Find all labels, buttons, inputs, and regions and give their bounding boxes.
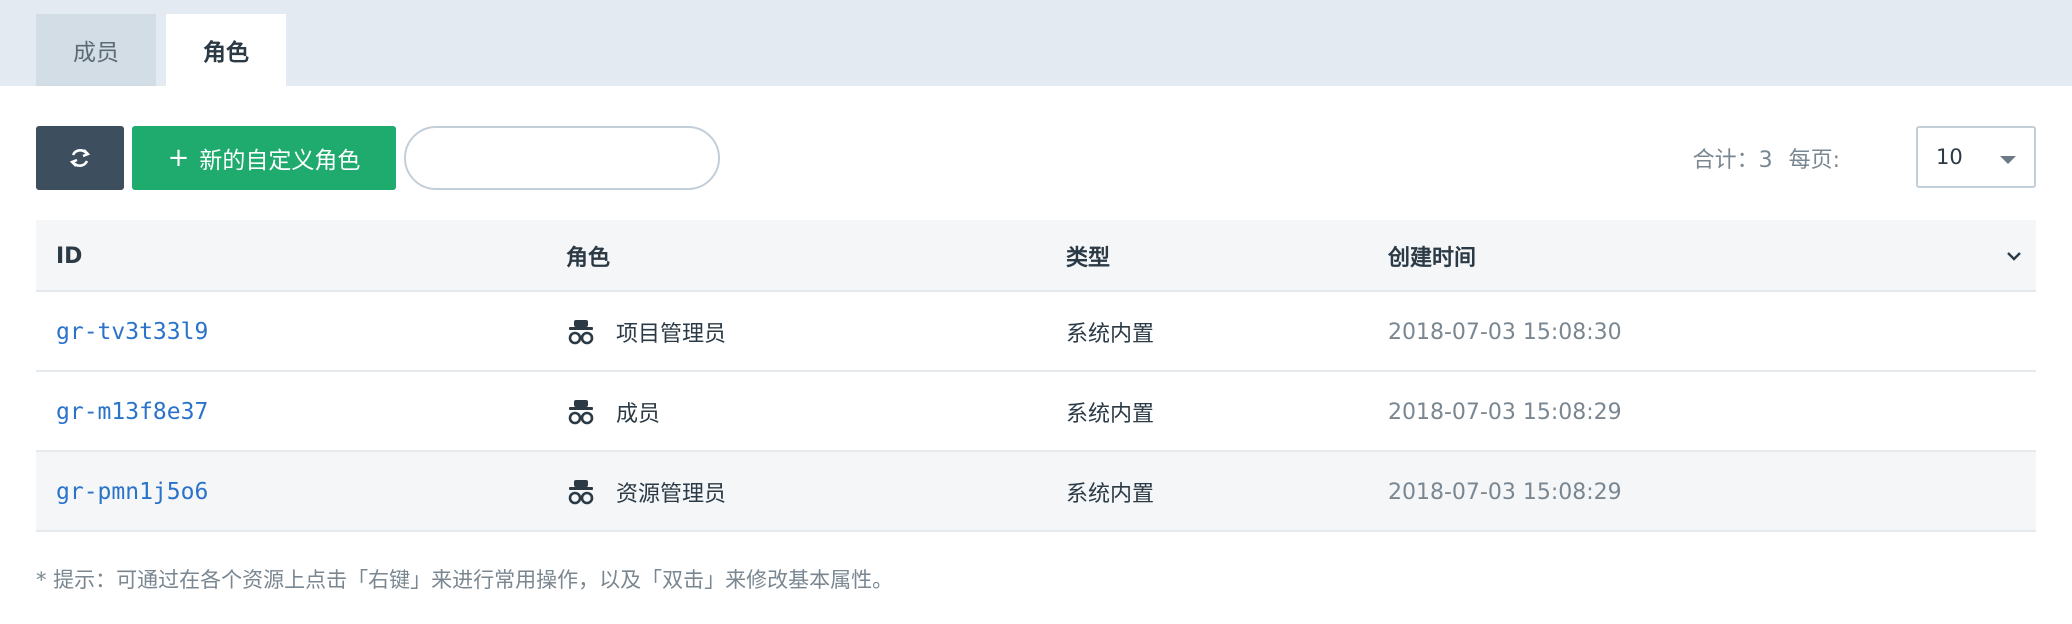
pagination-info: 合计：3 每页: <box>1693 126 1840 190</box>
created-time: 2018-07-03 15:08:29 <box>1388 399 1622 425</box>
new-custom-role-label: 新的自定义角色 <box>199 148 361 174</box>
per-page-label: 每页: <box>1788 148 1840 173</box>
header-created: 创建时间 <box>1388 246 1477 271</box>
table-header: ID 角色 类型 创建时间 <box>36 220 2036 292</box>
tab-bar: 成员 角色 <box>0 0 2072 86</box>
roles-table: ID 角色 类型 创建时间 gr-tv3t33l9 项目管理员 系统内置 201… <box>36 220 2036 532</box>
role-id-link[interactable]: gr-m13f8e37 <box>56 399 208 425</box>
role-name: 成员 <box>616 402 661 427</box>
usage-hint: * 提示：可通过在各个资源上点击「右键」来进行常用操作，以及「双击」来修改基本属… <box>36 568 894 592</box>
plus-icon: + <box>167 143 190 173</box>
role-name: 项目管理员 <box>616 322 727 347</box>
tab-roles[interactable]: 角色 <box>166 14 286 86</box>
header-id: ID <box>56 243 83 269</box>
page-size-select[interactable]: 10 <box>1916 126 2036 188</box>
role-type: 系统内置 <box>1066 402 1155 427</box>
refresh-icon <box>69 149 91 167</box>
tab-members[interactable]: 成员 <box>36 14 156 86</box>
spy-icon <box>568 320 594 345</box>
created-time: 2018-07-03 15:08:30 <box>1388 319 1622 345</box>
chevron-down-icon[interactable] <box>2006 248 2022 264</box>
header-role: 角色 <box>566 246 611 271</box>
table-row[interactable]: gr-tv3t33l9 项目管理员 系统内置 2018-07-03 15:08:… <box>36 292 2036 372</box>
role-type: 系统内置 <box>1066 322 1155 347</box>
spy-icon <box>568 400 594 425</box>
total-count: 合计：3 <box>1692 148 1773 173</box>
role-id-link[interactable]: gr-pmn1j5o6 <box>56 479 208 505</box>
toolbar: + 新的自定义角色 合计：3 每页: 10 <box>36 126 2036 190</box>
table-row[interactable]: gr-m13f8e37 成员 系统内置 2018-07-03 15:08:29 <box>36 372 2036 452</box>
created-time: 2018-07-03 15:08:29 <box>1388 479 1622 505</box>
caret-down-icon <box>2000 156 2016 164</box>
role-type: 系统内置 <box>1066 482 1155 507</box>
header-type: 类型 <box>1066 246 1111 271</box>
role-name: 资源管理员 <box>616 482 727 507</box>
role-id-link[interactable]: gr-tv3t33l9 <box>56 319 208 345</box>
table-row[interactable]: gr-pmn1j5o6 资源管理员 系统内置 2018-07-03 15:08:… <box>36 452 2036 532</box>
search-input[interactable] <box>404 126 720 190</box>
new-custom-role-button[interactable]: + 新的自定义角色 <box>132 126 396 190</box>
spy-icon <box>568 480 594 505</box>
refresh-button[interactable] <box>36 126 124 190</box>
page-size-value: 10 <box>1936 145 1963 169</box>
